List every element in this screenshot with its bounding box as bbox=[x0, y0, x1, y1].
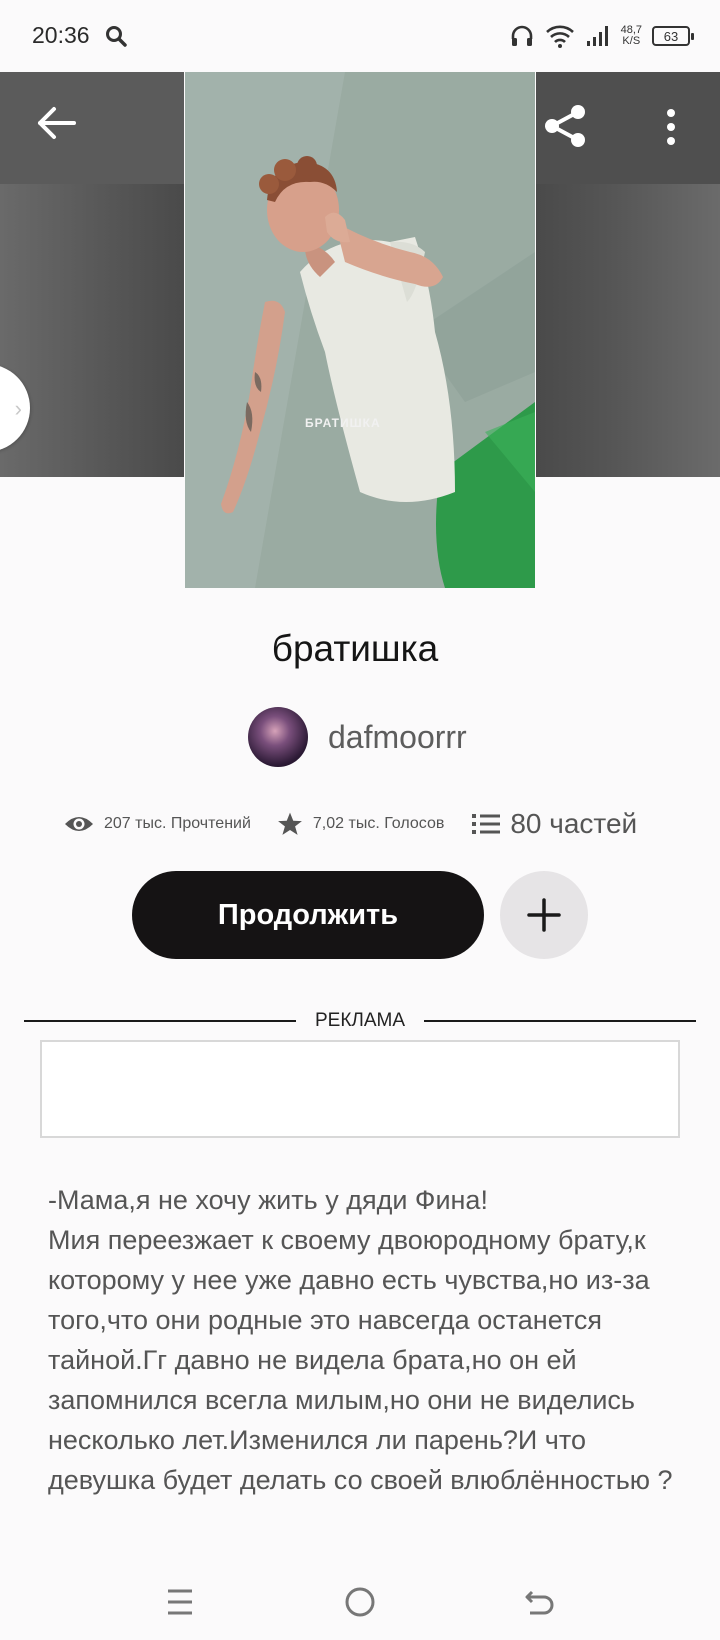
chevron-right-icon: › bbox=[14, 396, 22, 421]
cover-title-text: БРАТИШКА bbox=[305, 416, 381, 430]
ad-label: РЕКЛАМА bbox=[314, 1010, 406, 1031]
headphones-icon bbox=[511, 25, 532, 46]
parts-count[interactable]: 80 частей bbox=[510, 808, 637, 840]
signal-icon bbox=[586, 26, 608, 46]
home-circle-icon[interactable] bbox=[340, 1582, 380, 1622]
add-to-library-button[interactable] bbox=[500, 871, 588, 959]
status-bar: 20:36 48,7 K/S 63 bbox=[0, 0, 720, 72]
share-icon[interactable] bbox=[540, 100, 592, 152]
ad-divider-right bbox=[424, 1020, 696, 1022]
wifi-icon bbox=[545, 25, 574, 48]
back-arrow-icon[interactable] bbox=[34, 100, 80, 146]
author-row[interactable]: dafmoorrr bbox=[248, 706, 467, 768]
star-icon bbox=[277, 812, 302, 835]
search-icon bbox=[106, 26, 127, 47]
story-title: братишка bbox=[271, 628, 439, 669]
ad-banner[interactable] bbox=[40, 1040, 680, 1138]
battery-icon: 63 bbox=[652, 26, 694, 46]
reads-count: 207 тыс. Прочтений bbox=[104, 815, 251, 832]
eye-icon bbox=[65, 817, 93, 831]
status-time: 20:36 bbox=[32, 22, 90, 48]
parts-stat[interactable]: 80 частей bbox=[472, 808, 637, 840]
story-cover[interactable]: БРАТИШКА bbox=[185, 72, 535, 588]
battery-level: 63 bbox=[663, 28, 679, 44]
status-indicators: 48,7 K/S 63 bbox=[509, 20, 694, 52]
author-name[interactable]: dafmoorrr bbox=[328, 719, 467, 756]
back-nav-icon[interactable] bbox=[520, 1582, 560, 1622]
menu-icon[interactable] bbox=[160, 1582, 200, 1622]
list-icon bbox=[472, 814, 501, 834]
ad-divider-left bbox=[24, 1020, 296, 1022]
toolbar-shade-left bbox=[0, 72, 184, 184]
more-vert-icon[interactable] bbox=[656, 104, 686, 150]
reads-stat: 207 тыс. Прочтений bbox=[64, 813, 251, 835]
cover-illustration bbox=[185, 72, 535, 588]
story-stats: 207 тыс. Прочтений 7,02 тыс. Голосов 80 … bbox=[64, 802, 637, 846]
network-speed: 48,7 K/S bbox=[620, 24, 642, 47]
system-nav-bar bbox=[0, 1560, 720, 1640]
votes-stat: 7,02 тыс. Голосов bbox=[277, 811, 444, 837]
avatar[interactable] bbox=[248, 707, 308, 767]
continue-reading-button[interactable]: Продолжить bbox=[132, 871, 484, 959]
votes-count: 7,02 тыс. Голосов bbox=[312, 815, 445, 832]
plus-icon bbox=[527, 898, 561, 932]
story-description: -Мама,я не хочу жить у дяди Фина! Мия пе… bbox=[48, 1185, 673, 1495]
